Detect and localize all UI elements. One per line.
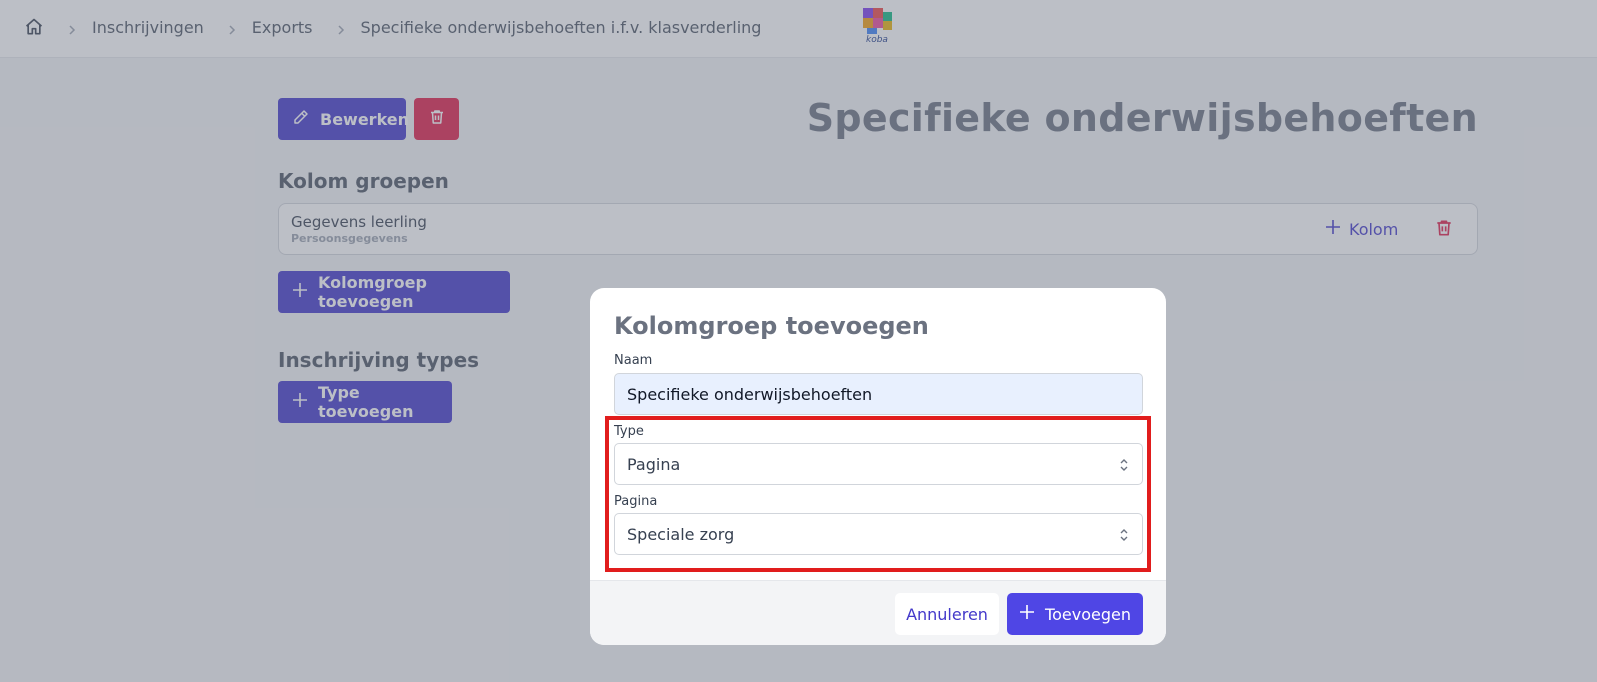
submit-button-label: Toevoegen: [1045, 604, 1131, 624]
naam-input-value: Specifieke onderwijsbehoeften: [627, 384, 873, 404]
highlight-box: [605, 416, 1151, 572]
cancel-button-label: Annuleren: [906, 604, 988, 624]
naam-label: Naam: [614, 353, 653, 368]
modal-title: Kolomgroep toevoegen: [614, 312, 929, 340]
submit-button[interactable]: Toevoegen: [1007, 593, 1143, 635]
naam-input[interactable]: Specifieke onderwijsbehoeften: [614, 373, 1143, 415]
plus-icon: [1019, 604, 1035, 624]
cancel-button[interactable]: Annuleren: [895, 593, 999, 635]
modal-footer: Annuleren Toevoegen: [590, 580, 1166, 645]
